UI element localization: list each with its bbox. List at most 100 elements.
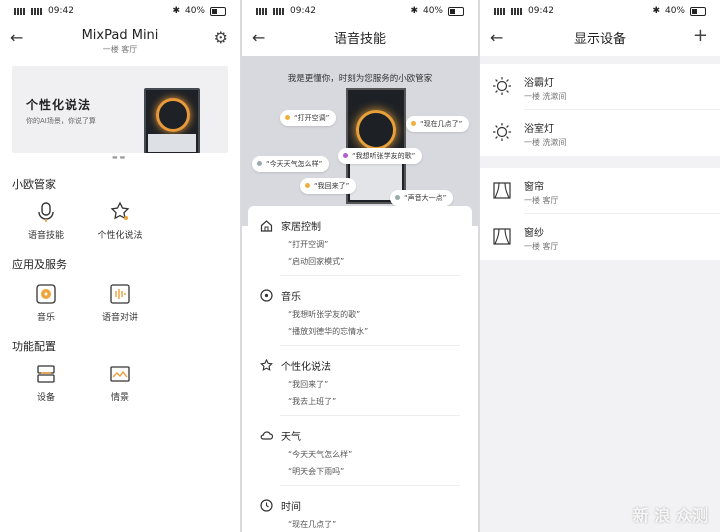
phrase-bubble: “声音大一点” (390, 190, 454, 206)
status-bar: 09:42 ✱ 40% (0, 0, 240, 22)
category-name: 音乐 (281, 292, 301, 303)
hero-banner: 我是更懂你，时刻为您服务的小欧管家 “打开空调” “现在几点了” “今天天气怎么… (242, 56, 478, 226)
device-row[interactable]: 窗帘 一楼 客厅 (480, 168, 720, 214)
item-label: 个性化说法 (97, 231, 143, 241)
voice-skill-panel: 09:42 ✱ 40% ← 语音技能 我是更懂你，时刻为您服务的小欧管家 “打开空… (242, 0, 478, 532)
battery-text: 40% (184, 6, 205, 16)
skill-category[interactable]: 家居控制 “打开空调” “启动回家模式” (260, 218, 460, 276)
example-phrase: “启动回家模式” (288, 257, 345, 266)
device-row[interactable]: 浴霸灯 一楼 洗漱间 (480, 64, 720, 110)
status-time: 09:42 (48, 6, 74, 16)
battery-icon (448, 6, 464, 16)
signal-icon (511, 7, 524, 15)
star-icon (260, 359, 273, 371)
skill-category[interactable]: 音乐 “我想听张学友的歌” “播放刘德华的忘情水” (260, 288, 460, 346)
display-devices-panel: 09:42 ✱ 40% ← 显示设备 + 浴霸灯 一楼 洗漱间 浴室灯 一楼 洗漱… (480, 0, 720, 532)
category-name: 家居控制 (281, 222, 321, 233)
page-subtitle: 一楼 客厅 (102, 45, 138, 54)
battery-text: 40% (422, 6, 443, 16)
device-location: 一楼 客厅 (524, 196, 559, 205)
example-phrase: “我去上班了” (288, 397, 337, 406)
skill-category[interactable]: 个性化说法 “我回来了” “我去上班了” (260, 358, 460, 416)
scene-item[interactable]: 情景 (90, 362, 150, 403)
battery-icon (690, 6, 706, 16)
navbar: ← MixPad Mini 一楼 客厅 ⚙ (0, 22, 240, 56)
device-name: 浴室灯 (524, 124, 554, 135)
phrase-bubble: “现在几点了” (406, 116, 470, 132)
device-location: 一楼 洗漱间 (524, 138, 567, 147)
music-item[interactable]: 音乐 (16, 282, 76, 323)
skill-category[interactable]: 时间 “现在几点了” (260, 498, 460, 530)
bathroom-light-icon (493, 123, 511, 141)
device-group: 窗帘 一楼 客厅 窗纱 一楼 客厅 (480, 168, 720, 260)
item-label: 音乐 (36, 313, 55, 323)
scene-icon (108, 362, 132, 386)
status-bar: 09:42 ✱ 40% (242, 0, 478, 22)
hero-tagline: 我是更懂你，时刻为您服务的小欧管家 (287, 74, 433, 84)
custom-phrase-item[interactable]: 个性化说法 (90, 200, 150, 241)
page-title: MixPad Mini (81, 28, 159, 43)
phrase-bubble: “我回来了” (300, 178, 357, 194)
home-icon (260, 220, 273, 232)
music-icon (260, 289, 273, 302)
example-phrase: “今天天气怎么样” (288, 450, 353, 459)
example-phrase: “明天会下雨吗” (288, 467, 345, 476)
item-label: 情景 (110, 393, 129, 403)
intercom-item[interactable]: 语音对讲 (90, 282, 150, 323)
device-row[interactable]: 浴室灯 一楼 洗漱间 (480, 110, 720, 156)
device-item[interactable]: 设备 (16, 362, 76, 403)
example-phrase: “播放刘德华的忘情水” (288, 327, 369, 336)
voice-skill-item[interactable]: 语音技能 (16, 200, 76, 241)
device-name: 浴霸灯 (524, 78, 554, 89)
bluetooth-icon: ✱ (172, 6, 180, 16)
curtain-icon (493, 182, 511, 199)
promo-banner[interactable]: 个性化说法 你的AI场景，你说了算 (12, 66, 228, 153)
bluetooth-icon: ✱ (410, 6, 418, 16)
microphone-icon (34, 200, 58, 224)
navbar: ← 显示设备 + (480, 22, 720, 56)
watermark: 新 浪 众测 (632, 506, 708, 525)
star-speech-icon (108, 200, 132, 224)
page-title: 语音技能 (333, 32, 386, 47)
signal-icon (31, 7, 44, 15)
cloud-icon (260, 431, 273, 440)
device-group: 浴霸灯 一楼 洗漱间 浴室灯 一楼 洗漱间 (480, 64, 720, 156)
phrase-bubble: “打开空调” (280, 110, 337, 126)
example-phrase: “我回来了” (288, 380, 329, 389)
sheer-curtain-icon (493, 228, 511, 245)
battery-icon (210, 6, 226, 16)
example-phrase: “打开空调” (288, 240, 329, 249)
category-name: 个性化说法 (281, 362, 331, 373)
phrase-bubble: “今天天气怎么样” (252, 156, 330, 172)
signal-icon (494, 7, 507, 15)
mixpad-panel: 09:42 ✱ 40% ← MixPad Mini 一楼 客厅 ⚙ 个性化说法 你… (0, 0, 240, 532)
clock-icon (260, 499, 273, 512)
banner-subtitle: 你的AI场景，你说了算 (26, 117, 96, 125)
status-bar: 09:42 ✱ 40% (480, 0, 720, 22)
section-title: 功能配置 (12, 340, 56, 353)
item-label: 设备 (36, 393, 55, 403)
device-image (144, 88, 200, 153)
carousel-dots: ▬ ▬ (112, 154, 126, 161)
item-label: 语音对讲 (101, 313, 138, 323)
device-name: 窗帘 (524, 182, 544, 193)
banner-title: 个性化说法 (26, 98, 92, 112)
device-location: 一楼 客厅 (524, 242, 559, 251)
status-time: 09:42 (528, 6, 554, 16)
category-name: 时间 (281, 502, 301, 513)
device-list-icon (34, 362, 58, 386)
phrase-bubble: “我想听张学友的歌” (338, 148, 423, 164)
music-disc-icon (34, 282, 58, 306)
item-label: 语音技能 (27, 231, 64, 241)
settings-gear-icon[interactable]: ⚙ (214, 28, 228, 47)
bluetooth-icon: ✱ (652, 6, 660, 16)
add-icon[interactable]: + (693, 25, 708, 46)
skill-list: 家居控制 “打开空调” “启动回家模式” 音乐 “我想听张学友的歌” “播放刘德… (248, 206, 472, 532)
navbar: ← 语音技能 (242, 22, 478, 56)
skill-category[interactable]: 天气 “今天天气怎么样” “明天会下雨吗” (260, 428, 460, 486)
category-name: 天气 (281, 432, 301, 443)
section-title: 小欧管家 (12, 178, 56, 191)
signal-icon (256, 7, 269, 15)
device-row[interactable]: 窗纱 一楼 客厅 (480, 214, 720, 260)
signal-icon (273, 7, 286, 15)
